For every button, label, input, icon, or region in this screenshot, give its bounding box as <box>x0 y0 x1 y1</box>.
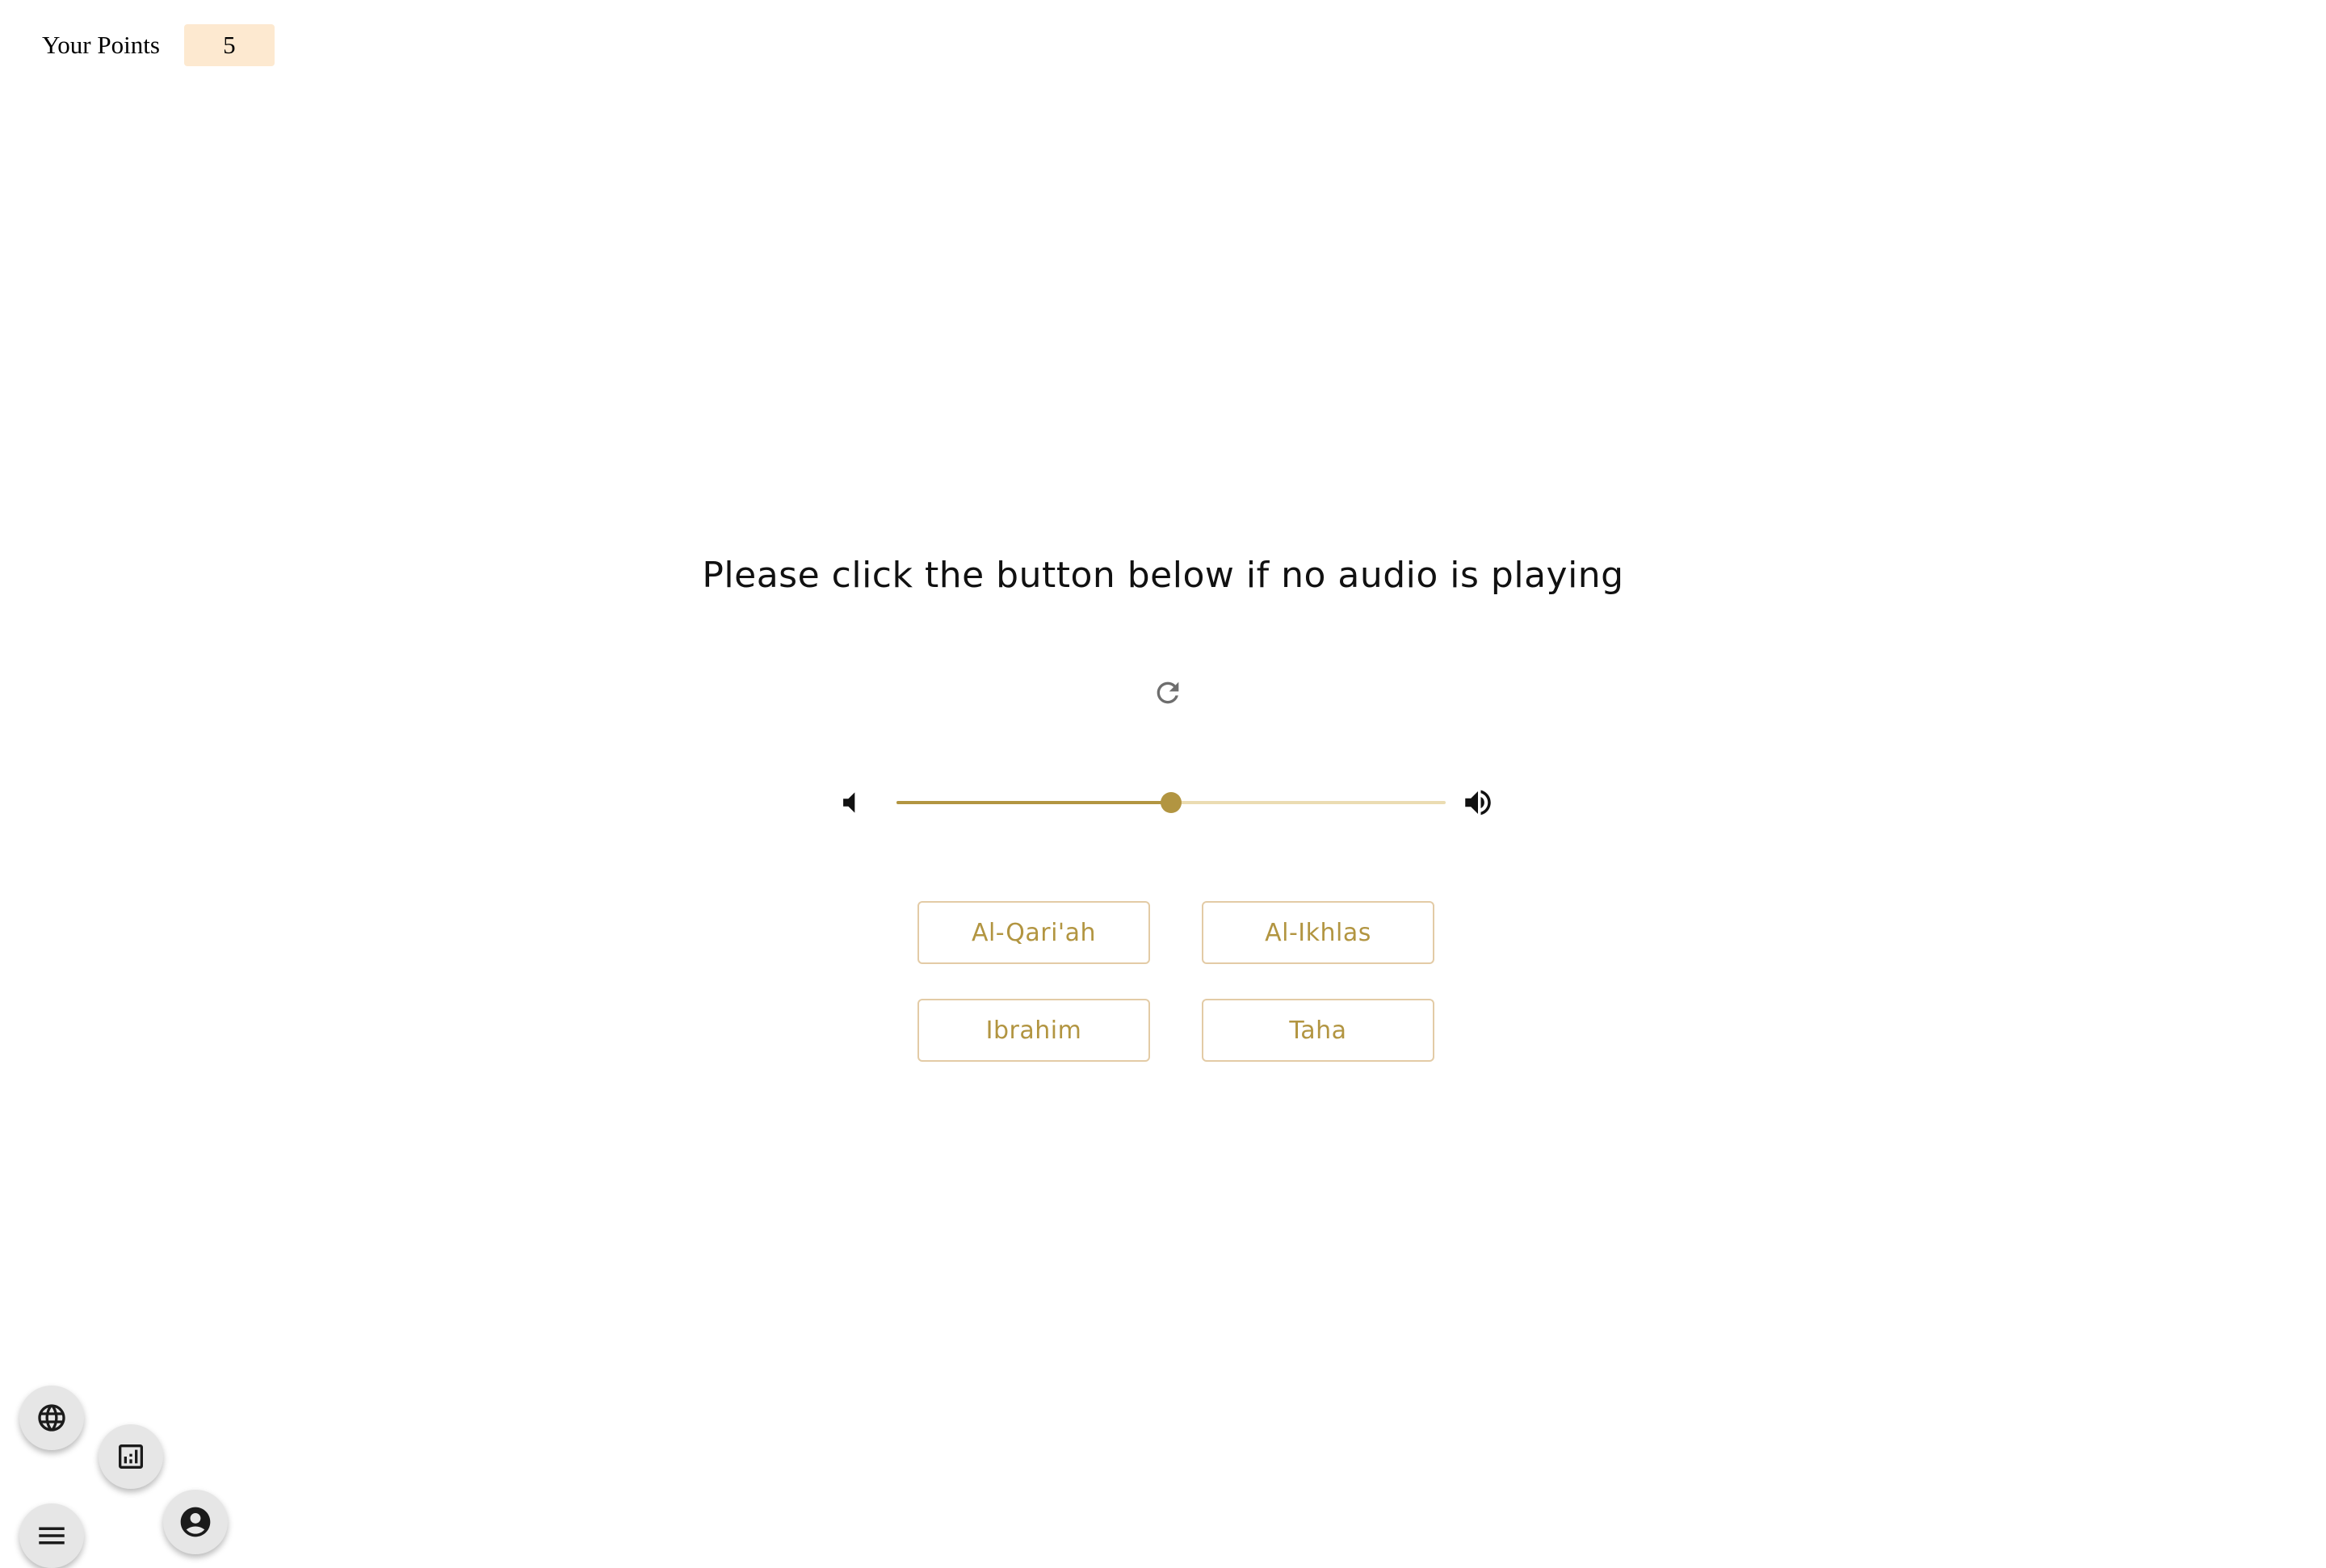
answer-option[interactable]: Ibrahim <box>917 999 1150 1062</box>
volume-slider-fill <box>896 801 1171 804</box>
volume-slider-thumb[interactable] <box>1161 792 1182 813</box>
volume-high-icon[interactable] <box>1460 785 1496 820</box>
menu-icon <box>39 1527 65 1545</box>
refresh-icon <box>1157 681 1179 704</box>
globe-icon <box>38 1404 65 1432</box>
bar-chart-icon <box>119 1444 143 1469</box>
points-badge: 5 <box>183 24 275 66</box>
stats-button[interactable] <box>99 1424 163 1489</box>
volume-low-icon[interactable] <box>832 785 867 820</box>
audio-prompt: Please click the button below if no audi… <box>702 555 1624 596</box>
menu-button[interactable] <box>19 1503 84 1568</box>
volume-slider[interactable] <box>896 792 1446 813</box>
points-display: Your Points 5 <box>42 24 275 66</box>
replay-audio-button[interactable] <box>1145 670 1190 715</box>
answer-option[interactable]: Taha <box>1202 999 1434 1062</box>
points-label: Your Points <box>42 31 160 59</box>
answer-option[interactable]: Al-Qari'ah <box>917 901 1150 964</box>
account-circle-icon <box>180 1507 211 1537</box>
profile-button[interactable] <box>163 1490 228 1554</box>
volume-control <box>832 777 1510 828</box>
answer-option[interactable]: Al-Ikhlas <box>1202 901 1434 964</box>
language-button[interactable] <box>19 1386 84 1450</box>
